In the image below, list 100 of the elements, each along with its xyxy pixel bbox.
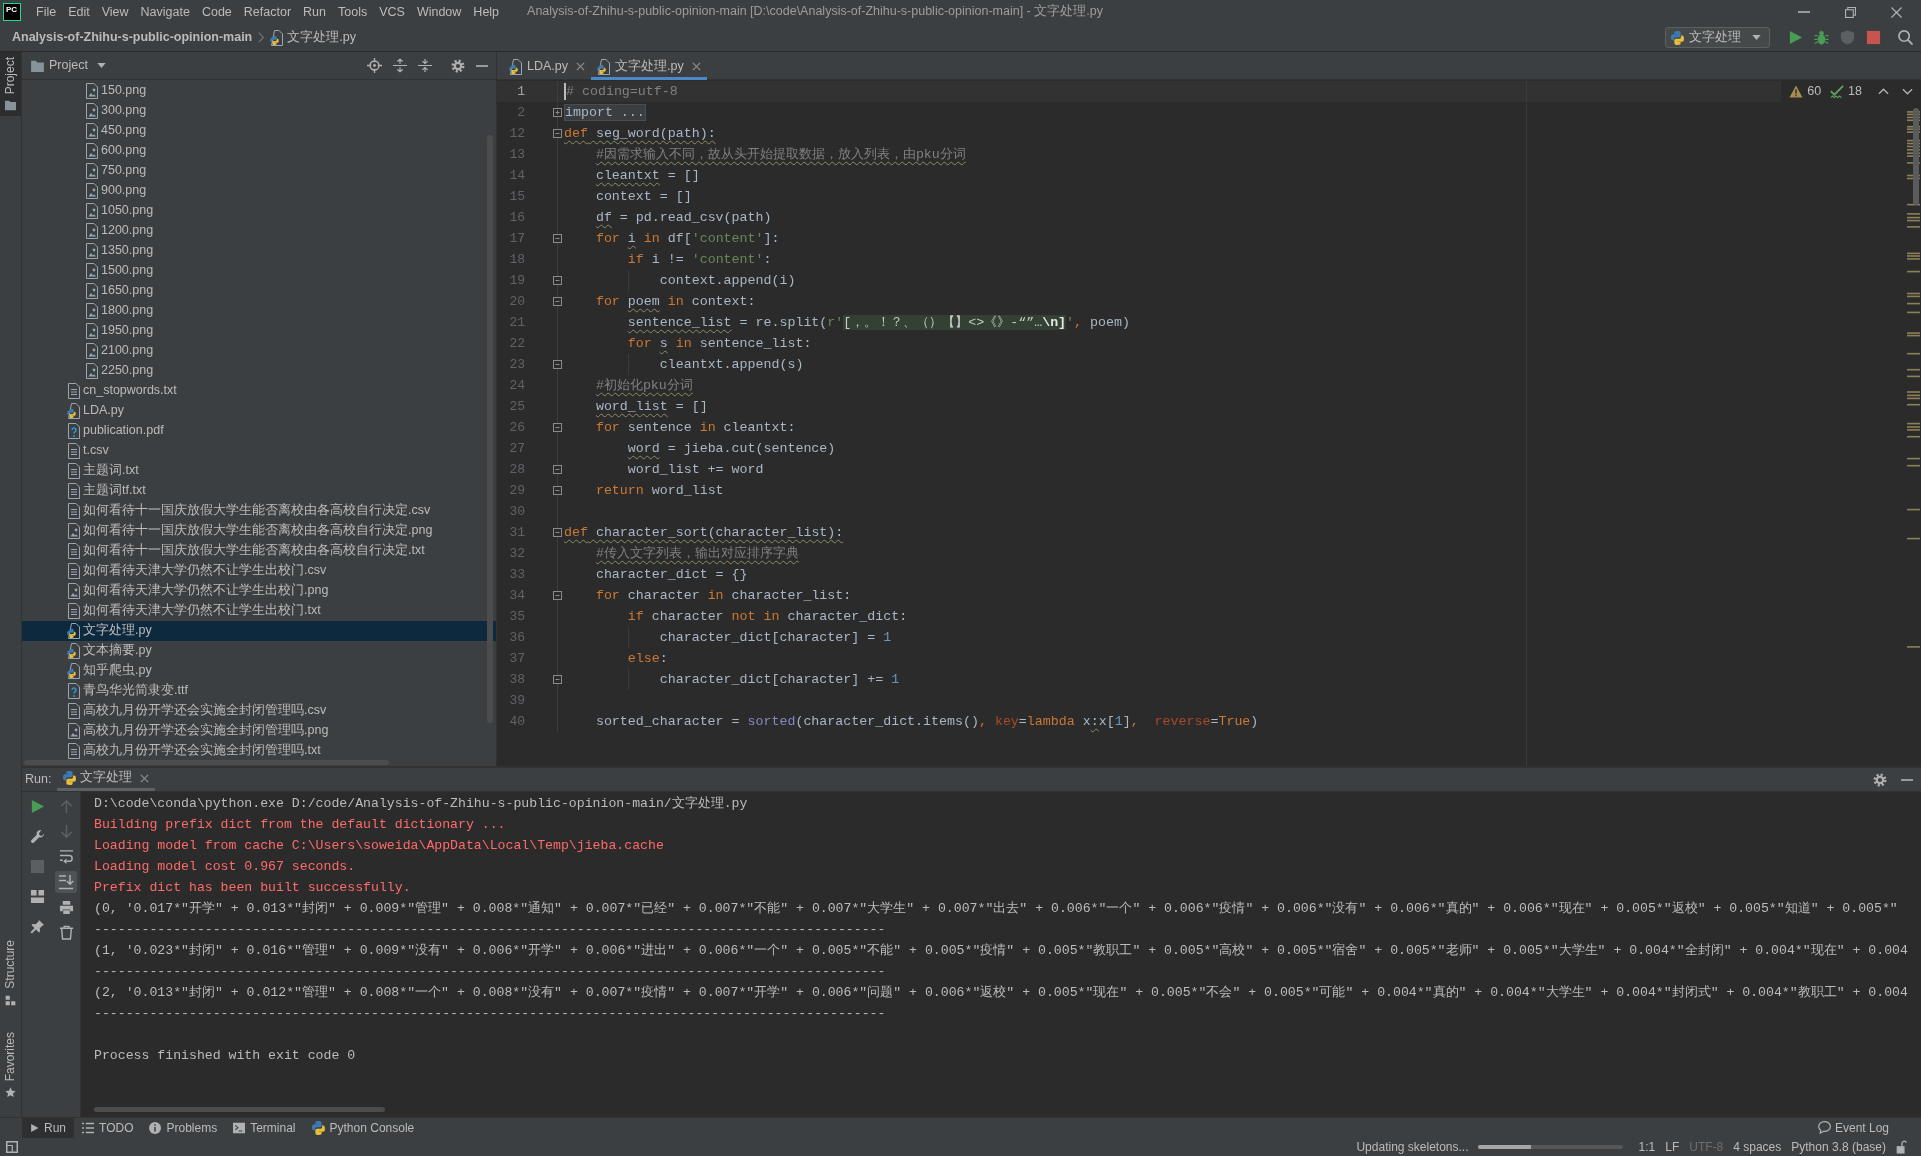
tree-item[interactable]: 如何看待天津大学仍然不让学生出校门.png: [67, 581, 329, 601]
fold-icon[interactable]: [552, 234, 562, 243]
tree-item[interactable]: 300.png: [85, 101, 147, 121]
padlock-icon[interactable]: [1896, 1140, 1907, 1154]
settings-icon[interactable]: [451, 58, 465, 73]
close-icon[interactable]: [576, 62, 585, 71]
tree-item[interactable]: 如何看待十一国庆放假大学生能否离校由各高校自行决定.png: [67, 521, 433, 541]
tree-item[interactable]: 1050.png: [85, 201, 154, 221]
tool-window-button[interactable]: TODO: [74, 1118, 142, 1138]
trash-icon[interactable]: [58, 925, 74, 940]
square-icon[interactable]: [6, 1141, 18, 1153]
tool-window-button[interactable]: Structure: [0, 934, 21, 1011]
tree-item[interactable]: 900.png: [85, 181, 147, 201]
menu-item[interactable]: Code: [195, 2, 238, 22]
collapse-all-icon[interactable]: [418, 58, 432, 73]
tree-item[interactable]: cn_stopwords.txt: [67, 381, 177, 401]
breadcrumb-item[interactable]: Analysis-of-Zhihu-s-public-opinion-main: [12, 28, 253, 47]
restore-icon[interactable]: [1845, 6, 1856, 18]
menu-item[interactable]: Run: [297, 2, 332, 22]
fold-icon[interactable]: [552, 297, 562, 306]
tool-window-button[interactable]: Run: [22, 1118, 74, 1138]
tree-item[interactable]: 1500.png: [85, 261, 154, 281]
tree-item[interactable]: LDA.py: [67, 401, 124, 421]
minimize-icon[interactable]: [476, 64, 488, 67]
tree-item[interactable]: 450.png: [85, 121, 147, 141]
menu-item[interactable]: Tools: [332, 2, 374, 22]
chevron-down-icon[interactable]: [1902, 88, 1913, 95]
play-icon[interactable]: [29, 799, 45, 814]
fold-icon[interactable]: [552, 423, 562, 432]
tree-item[interactable]: 高校九月份开学还会实施全封闭管理吗.png: [67, 721, 329, 741]
settings-icon[interactable]: [1873, 772, 1887, 787]
tree-item[interactable]: 600.png: [85, 141, 147, 161]
tree-item[interactable]: 高校九月份开学还会实施全封闭管理吗.txt: [67, 741, 321, 761]
tree-item[interactable]: 如何看待天津大学仍然不让学生出校门.csv: [67, 561, 327, 581]
scrollbar-thumb[interactable]: [94, 1107, 385, 1112]
fold-icon[interactable]: [552, 591, 562, 600]
event-log-button[interactable]: Event Log: [1817, 1119, 1889, 1137]
status-item[interactable]: 4 spaces: [1733, 1138, 1782, 1156]
breadcrumb-item[interactable]: 文字处理.py: [270, 28, 356, 47]
tree-item[interactable]: 2250.png: [85, 361, 154, 381]
printer-icon[interactable]: [58, 900, 74, 915]
tree-item[interactable]: 主题词tf.txt: [67, 481, 146, 501]
run-icon[interactable]: [1788, 30, 1803, 45]
menu-item[interactable]: Help: [467, 2, 506, 22]
fold-icon[interactable]: [552, 486, 562, 495]
chevron-up-icon[interactable]: [1878, 88, 1889, 95]
tree-item[interactable]: t.csv: [67, 441, 109, 461]
tree-item[interactable]: 750.png: [85, 161, 147, 181]
stop-icon[interactable]: [1866, 30, 1881, 45]
search-icon[interactable]: [1898, 30, 1913, 45]
run-configuration-dropdown[interactable]: 文字处理: [1665, 27, 1770, 48]
tool-window-button[interactable]: Problems: [141, 1118, 226, 1138]
tree-item[interactable]: 如何看待十一国庆放假大学生能否离校由各高校自行决定.txt: [67, 541, 425, 561]
status-item[interactable]: 1:1: [1638, 1138, 1656, 1156]
scrollbar-thumb[interactable]: [1913, 108, 1919, 205]
fold-icon[interactable]: [552, 360, 562, 369]
tree-item[interactable]: 文本摘要.py: [67, 641, 152, 661]
tree-item[interactable]: 知乎爬虫.py: [67, 661, 152, 681]
menu-item[interactable]: File: [30, 2, 63, 22]
status-item[interactable]: Python 3.8 (base): [1791, 1138, 1886, 1156]
menu-item[interactable]: Refactor: [237, 2, 298, 22]
pin-icon[interactable]: [29, 919, 45, 934]
menu-item[interactable]: Edit: [62, 2, 96, 22]
menu-item[interactable]: View: [95, 2, 135, 22]
crosshair-icon[interactable]: [367, 58, 382, 73]
close-icon[interactable]: [140, 773, 150, 783]
tree-item[interactable]: 1200.png: [85, 221, 154, 241]
tree-item[interactable]: 高校九月份开学还会实施全封闭管理吗.csv: [67, 701, 327, 721]
editor-tab[interactable]: LDA.py: [503, 52, 591, 80]
tree-item[interactable]: 文字处理.py: [22, 621, 496, 641]
scrollbar-thumb[interactable]: [24, 760, 389, 765]
project-view-dropdown[interactable]: Project: [49, 56, 106, 75]
tree-item[interactable]: 主题词.txt: [67, 461, 139, 481]
tree-item[interactable]: 1950.png: [85, 321, 154, 341]
tree-item[interactable]: 如何看待十一国庆放假大学生能否离校由各高校自行决定.csv: [67, 501, 431, 521]
fold-icon[interactable]: [552, 675, 562, 684]
expand-all-icon[interactable]: [393, 58, 407, 73]
scroll-to-end-icon[interactable]: [55, 871, 77, 893]
menu-item[interactable]: Navigate: [134, 2, 196, 22]
tree-item[interactable]: 1350.png: [85, 241, 154, 261]
fold-icon[interactable]: [552, 465, 562, 474]
fold-icon[interactable]: [552, 276, 562, 285]
minimize-icon[interactable]: [1901, 778, 1913, 781]
tool-window-button[interactable]: Terminal: [225, 1118, 304, 1138]
menu-item[interactable]: VCS: [373, 2, 411, 22]
tree-item[interactable]: 如何看待天津大学仍然不让学生出校门.txt: [67, 601, 321, 621]
fold-icon[interactable]: [552, 129, 562, 138]
tree-item[interactable]: 青鸟华光简隶变.ttf: [67, 681, 188, 701]
tree-item[interactable]: 1800.png: [85, 301, 154, 321]
expand-icon[interactable]: [552, 108, 562, 117]
fold-icon[interactable]: [552, 528, 562, 537]
soft-wrap-icon[interactable]: [58, 849, 74, 864]
bug-icon[interactable]: [1814, 30, 1829, 45]
scrollbar-thumb[interactable]: [487, 135, 493, 723]
layout-icon[interactable]: [29, 889, 45, 904]
status-item[interactable]: LF: [1665, 1138, 1680, 1156]
tree-item[interactable]: publication.pdf: [67, 421, 164, 441]
tool-window-button[interactable]: Python Console: [303, 1118, 423, 1138]
close-icon[interactable]: [691, 62, 701, 71]
wrench-icon[interactable]: [29, 829, 45, 844]
